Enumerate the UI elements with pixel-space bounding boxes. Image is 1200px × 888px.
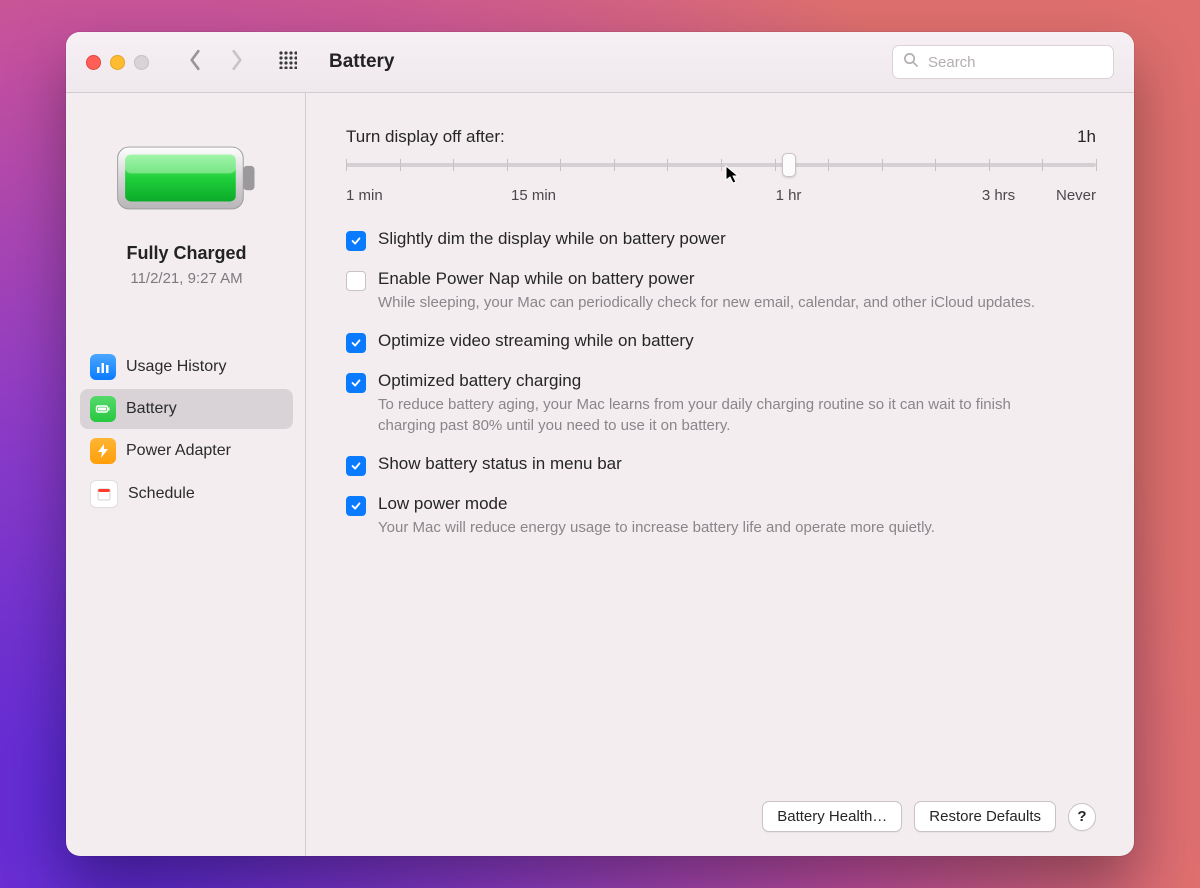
- option-row: Optimize video streaming while on batter…: [346, 331, 1096, 353]
- checkbox[interactable]: [346, 456, 366, 476]
- checkbox[interactable]: [346, 373, 366, 393]
- slider-tick-label: 1 min: [346, 187, 383, 204]
- sidebar: Fully Charged 11/2/21, 9:27 AM Usage His…: [66, 93, 306, 856]
- option-label: Optimized battery charging: [378, 371, 1038, 391]
- option-row: Slightly dim the display while on batter…: [346, 229, 1096, 251]
- battery-status-time: 11/2/21, 9:27 AM: [130, 270, 242, 287]
- slider-value: 1h: [1077, 127, 1096, 147]
- sidebar-nav: Usage History Battery Power Adapter Sche…: [80, 347, 293, 515]
- options-list: Slightly dim the display while on batter…: [346, 229, 1096, 538]
- slider-label: Turn display off after:: [346, 127, 505, 147]
- close-window-button[interactable]: [86, 55, 101, 70]
- sidebar-item-label: Schedule: [128, 485, 195, 503]
- option-label: Slightly dim the display while on batter…: [378, 229, 726, 249]
- option-row: Enable Power Nap while on battery power …: [346, 269, 1096, 313]
- battery-status-label: Fully Charged: [126, 243, 246, 264]
- content-pane: Turn display off after: 1h 1 min15 min1 …: [306, 93, 1134, 856]
- option-description: Your Mac will reduce energy usage to inc…: [378, 518, 935, 538]
- forward-button[interactable]: [229, 49, 245, 76]
- option-label: Show battery status in menu bar: [378, 454, 622, 474]
- option-row: Optimized battery charging To reduce bat…: [346, 371, 1096, 436]
- page-title: Battery: [329, 51, 394, 73]
- bolt-icon: [90, 438, 116, 464]
- titlebar: Battery: [66, 32, 1134, 93]
- option-label: Low power mode: [378, 494, 935, 514]
- slider-tick-label: Never: [1056, 187, 1096, 204]
- checkbox[interactable]: [346, 496, 366, 516]
- zoom-window-button[interactable]: [134, 55, 149, 70]
- sidebar-item-battery[interactable]: Battery: [80, 389, 293, 429]
- minimize-window-button[interactable]: [110, 55, 125, 70]
- system-preferences-window: Battery: [66, 32, 1134, 856]
- sidebar-item-power-adapter[interactable]: Power Adapter: [80, 431, 293, 471]
- slider-tick-labels: 1 min 15 min 1 hr 3 hrs Never: [346, 187, 1096, 207]
- checkbox[interactable]: [346, 231, 366, 251]
- traffic-lights: [86, 55, 149, 70]
- option-description: While sleeping, your Mac can periodicall…: [378, 293, 1035, 313]
- sidebar-item-label: Usage History: [126, 358, 226, 376]
- slider-tick-label: 15 min: [511, 187, 556, 204]
- sidebar-item-schedule[interactable]: Schedule: [80, 473, 293, 515]
- option-description: To reduce battery aging, your Mac learns…: [378, 395, 1038, 436]
- sidebar-item-label: Power Adapter: [126, 442, 231, 460]
- checkbox[interactable]: [346, 333, 366, 353]
- nav-buttons: [187, 49, 245, 76]
- cursor-icon: [725, 165, 741, 185]
- show-all-icon[interactable]: [279, 51, 297, 74]
- slider-thumb[interactable]: [782, 153, 796, 177]
- slider-tick-label: 1 hr: [776, 187, 802, 204]
- sidebar-item-label: Battery: [126, 400, 177, 418]
- search-field[interactable]: [892, 45, 1114, 79]
- help-button[interactable]: ?: [1068, 803, 1096, 831]
- sidebar-item-usage-history[interactable]: Usage History: [80, 347, 293, 387]
- option-row: Show battery status in menu bar: [346, 454, 1096, 476]
- checkbox[interactable]: [346, 271, 366, 291]
- option-label: Enable Power Nap while on battery power: [378, 269, 1035, 289]
- battery-large-icon: [112, 133, 262, 223]
- back-button[interactable]: [187, 49, 203, 76]
- option-label: Optimize video streaming while on batter…: [378, 331, 694, 351]
- calendar-icon: [90, 480, 118, 508]
- slider-header: Turn display off after: 1h: [346, 127, 1096, 147]
- restore-defaults-button[interactable]: Restore Defaults: [914, 801, 1056, 832]
- footer-buttons: Battery Health… Restore Defaults ?: [346, 781, 1096, 832]
- search-icon: [903, 52, 918, 72]
- display-off-slider[interactable]: [346, 157, 1096, 187]
- slider-tick-label: 3 hrs: [982, 187, 1015, 204]
- battery-icon: [90, 396, 116, 422]
- chart-icon: [90, 354, 116, 380]
- battery-health-button[interactable]: Battery Health…: [762, 801, 902, 832]
- search-input[interactable]: [926, 53, 1080, 72]
- window-body: Fully Charged 11/2/21, 9:27 AM Usage His…: [66, 93, 1134, 856]
- battery-status-block: Fully Charged 11/2/21, 9:27 AM: [80, 133, 293, 287]
- option-row: Low power mode Your Mac will reduce ener…: [346, 494, 1096, 538]
